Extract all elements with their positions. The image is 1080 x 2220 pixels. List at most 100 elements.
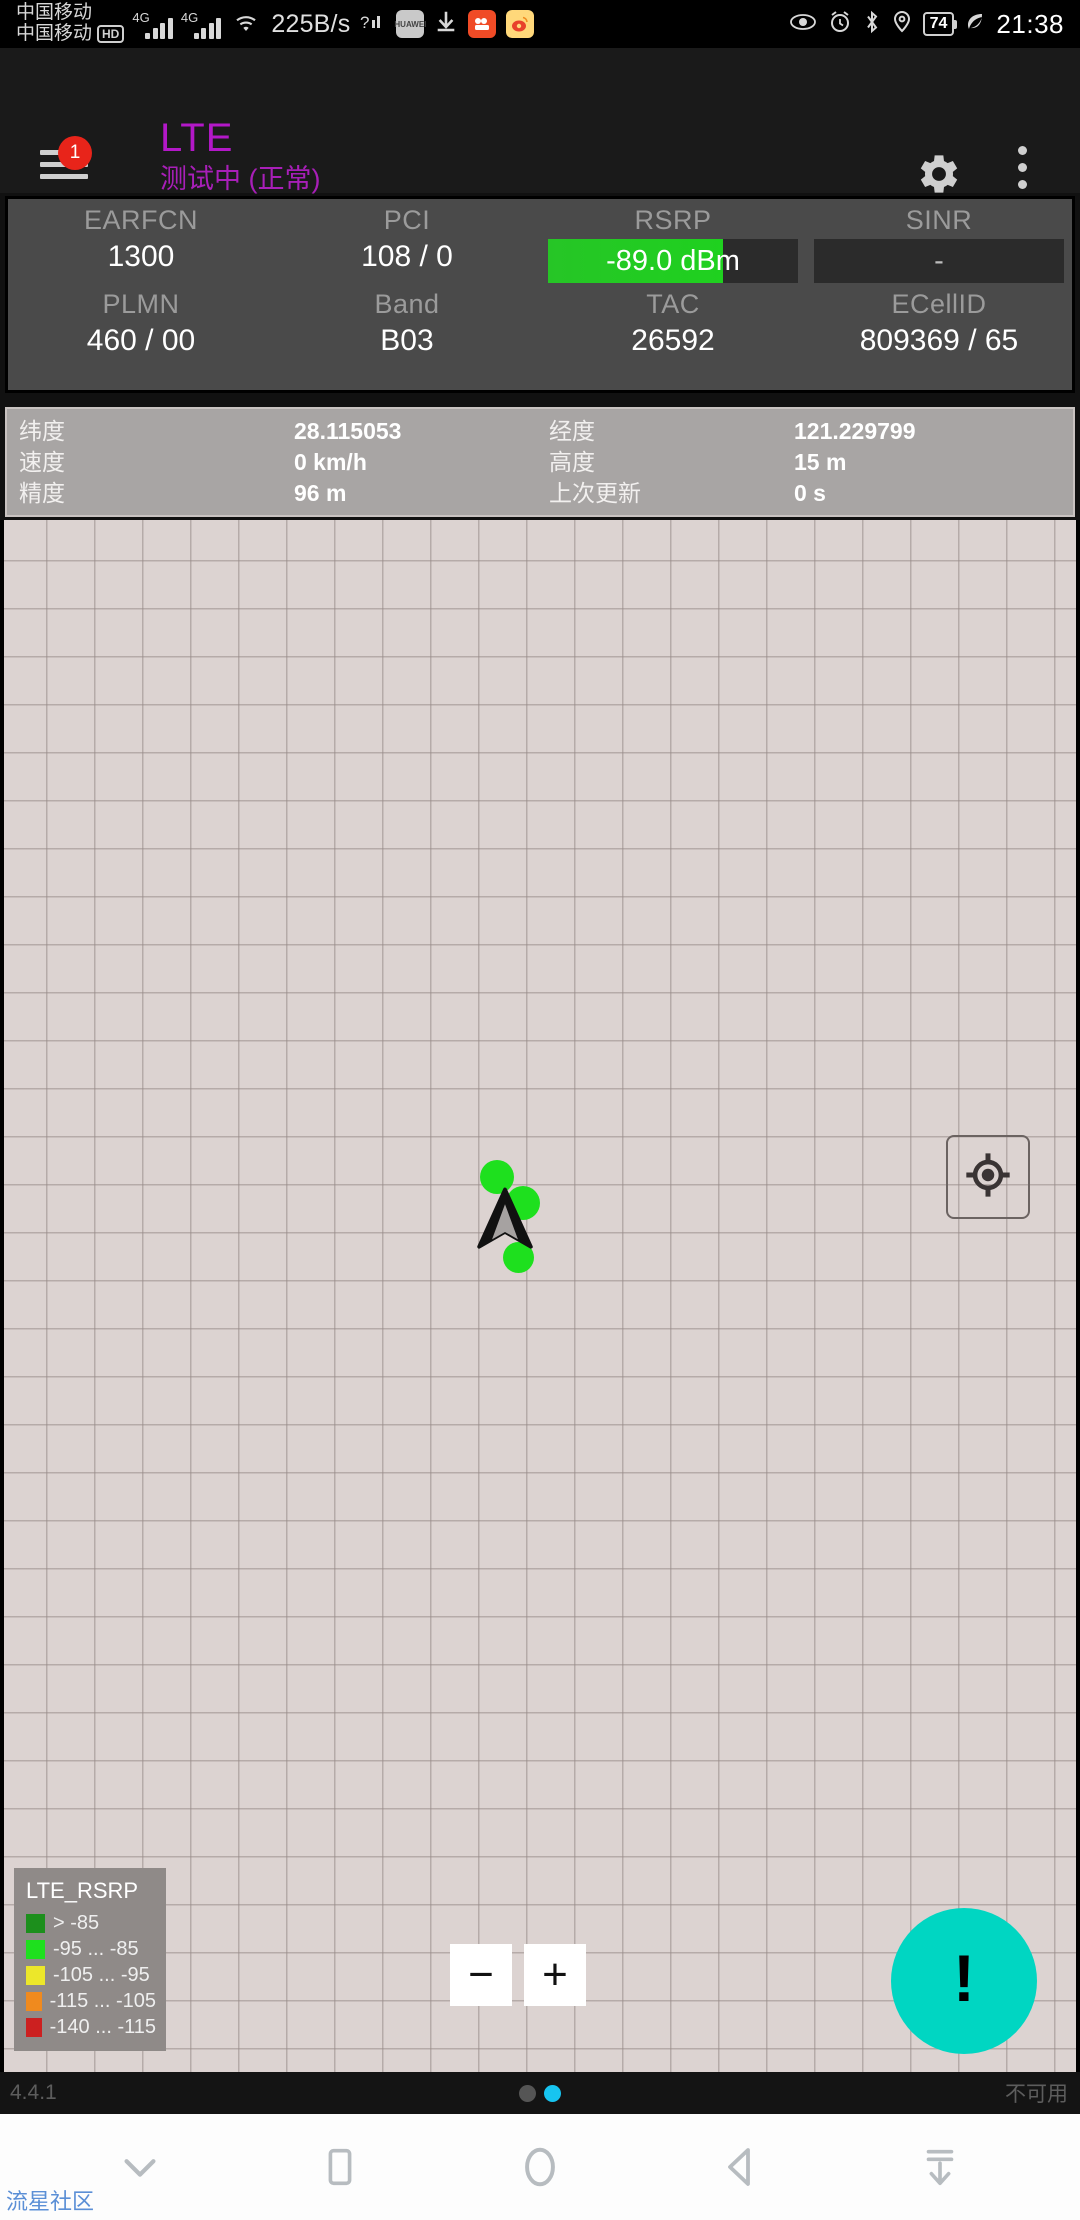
clock: 21:38: [996, 8, 1064, 39]
stat-value-rsrp: -89.0 dBm: [606, 244, 740, 277]
stats-labels-row-1: EARFCN PCI RSRP SINR: [8, 199, 1072, 236]
legend-item: -115 ... -105: [26, 1990, 156, 2013]
map-canvas[interactable]: [0, 520, 1080, 2072]
status-bar: 中国移动 中国移动 HD 4G 4G 225B/s ? HUAWEI 74 21…: [0, 0, 1080, 48]
gps-value-last-update: 0 s: [794, 479, 826, 506]
locate-me-button[interactable]: [946, 1135, 1030, 1219]
legend-item: > -85: [26, 1912, 156, 1935]
stat-label-ecellid: ECellID: [891, 289, 987, 319]
gps-label-altitude: 高度: [549, 448, 595, 475]
carrier-name-2: 中国移动: [16, 23, 93, 44]
gps-info-panel: 纬度 28.115053 经度 121.229799 速度 0 km/h 高度 …: [5, 407, 1075, 517]
unknown-sim-icon: ?: [360, 10, 386, 38]
stat-value-earfcn: 1300: [107, 240, 175, 273]
stat-value-plmn: 460 / 00: [86, 324, 196, 357]
status-bar-right: 74 21:38: [789, 9, 1080, 40]
zoom-in-button[interactable]: +: [524, 1944, 586, 2006]
app-root: 中国移动 中国移动 HD 4G 4G 225B/s ? HUAWEI 74 21…: [0, 0, 1080, 2220]
svg-text:?: ?: [360, 13, 369, 32]
cell-stats-panel: EARFCN PCI RSRP SINR 1300 108 / 0 -89.0 …: [5, 196, 1075, 393]
stats-labels-row-2: PLMN Band TAC ECellID: [8, 283, 1072, 320]
carrier-names: 中国移动 中国移动 HD: [16, 2, 125, 45]
page-dot[interactable]: [519, 2084, 536, 2102]
gps-value-altitude: 15 m: [794, 448, 847, 475]
signal-bars-2: 4G: [180, 9, 222, 39]
gps-label-longitude: 经度: [549, 417, 595, 444]
gps-value-speed: 0 km/h: [294, 448, 367, 475]
app-version: 4.4.1: [10, 2081, 57, 2104]
gps-value-longitude: 121.229799: [794, 417, 916, 444]
back-button[interactable]: [680, 2122, 800, 2212]
stat-label-sinr: SINR: [905, 205, 973, 235]
gps-label-accuracy: 精度: [19, 479, 65, 506]
wifi-icon: [231, 10, 261, 38]
map-zoom-controls: − +: [450, 1944, 586, 2006]
legend-item: -105 ... -95: [26, 1964, 156, 1987]
huawei-appgallery-icon: HUAWEI: [394, 10, 426, 38]
location-icon: [892, 10, 912, 38]
legend-item: -140 ... -115: [26, 2016, 156, 2039]
screen-recorder-icon: [468, 10, 497, 38]
stat-value-sinr: -: [934, 244, 944, 277]
gps-value-latitude: 28.115053: [294, 417, 402, 444]
legend-color-swatch: [26, 1992, 42, 2011]
stat-label-pci: PCI: [383, 205, 431, 235]
notification-pull-button[interactable]: [880, 2122, 1000, 2212]
network-type-label-2: 4G: [180, 10, 199, 25]
legend-color-swatch: [26, 1940, 45, 1959]
map-legend: LTE_RSRP > -85 -95 ... -85 -105 ... -95 -11…: [14, 1868, 166, 2051]
battery-indicator: 74: [922, 12, 958, 36]
signal-bars-1: 4G: [132, 9, 173, 39]
carrier-name-1: 中国移动: [16, 2, 93, 24]
hide-navbar-button[interactable]: [80, 2122, 200, 2212]
page-indicator[interactable]: [519, 2084, 561, 2102]
stat-label-band: Band: [374, 289, 440, 319]
legend-range-label: > -85: [53, 1912, 100, 1934]
legend-range-label: -115 ... -105: [49, 1990, 156, 2012]
legend-range-label: -105 ... -95: [53, 1964, 150, 1986]
gps-label-speed: 速度: [19, 448, 65, 475]
zoom-out-label: −: [468, 1950, 494, 1999]
legend-range-label: -95 ... -85: [53, 1938, 139, 1960]
status-bar-left: 中国移动 中国移动 HD 4G 4G 225B/s ? HUAWEI: [0, 2, 535, 45]
legend-color-swatch: [26, 1914, 45, 1933]
alert-fab-button[interactable]: !: [891, 1908, 1037, 2054]
stat-value-ecellid: 809369 / 65: [859, 324, 1019, 357]
stat-value-band: B03: [380, 324, 434, 357]
page-dot[interactable]: [544, 2084, 561, 2102]
stats-values-row-1: 1300 108 / 0 -89.0 dBm -: [8, 236, 1072, 283]
app-bar: 1 LTE 测试中 (正常): [0, 48, 1080, 194]
alarm-icon: [828, 10, 852, 38]
legend-rows: > -85 -95 ... -85 -105 ... -95 -115 ... -10…: [26, 1912, 156, 2039]
home-button[interactable]: [480, 2122, 600, 2212]
carrier-name-2-row: 中国移动 HD: [16, 23, 125, 45]
bluetooth-icon: [863, 10, 881, 38]
power-save-leaf-icon: [965, 11, 985, 37]
recents-button[interactable]: [280, 2122, 400, 2212]
crosshair-icon: [963, 1150, 1013, 1205]
stat-label-tac: TAC: [646, 289, 700, 319]
stats-values-row-2: 460 / 00 B03 26592 809369 / 65: [8, 320, 1072, 358]
page-title: LTE: [160, 116, 234, 160]
zoom-in-label: +: [542, 1950, 568, 1999]
gps-label-last-update: 上次更新: [549, 479, 641, 506]
rsrp-gauge: -89.0 dBm: [548, 239, 798, 283]
network-speed: 225B/s: [271, 9, 351, 38]
legend-range-label: -140 ... -115: [49, 2016, 156, 2038]
gps-value-accuracy: 96 m: [294, 479, 347, 506]
legend-item: -95 ... -85: [26, 1938, 156, 1961]
legend-title: LTE_RSRP: [26, 1878, 139, 1903]
zoom-out-button[interactable]: −: [450, 1944, 512, 2006]
stat-label-rsrp: RSRP: [634, 205, 712, 235]
network-type-label-1: 4G: [132, 10, 150, 25]
download-icon: [434, 10, 458, 38]
eye-comfort-icon: [789, 12, 817, 36]
gps-label-latitude: 纬度: [19, 417, 65, 444]
weibo-icon: [506, 10, 535, 38]
legend-color-swatch: [26, 1966, 45, 1985]
more-vertical-icon[interactable]: [1018, 146, 1030, 197]
sinr-gauge: -: [814, 239, 1064, 283]
navigation-arrow-icon: [468, 1182, 542, 1261]
stat-value-tac: 26592: [631, 324, 715, 357]
availability-status: 不可用: [1005, 2083, 1068, 2106]
